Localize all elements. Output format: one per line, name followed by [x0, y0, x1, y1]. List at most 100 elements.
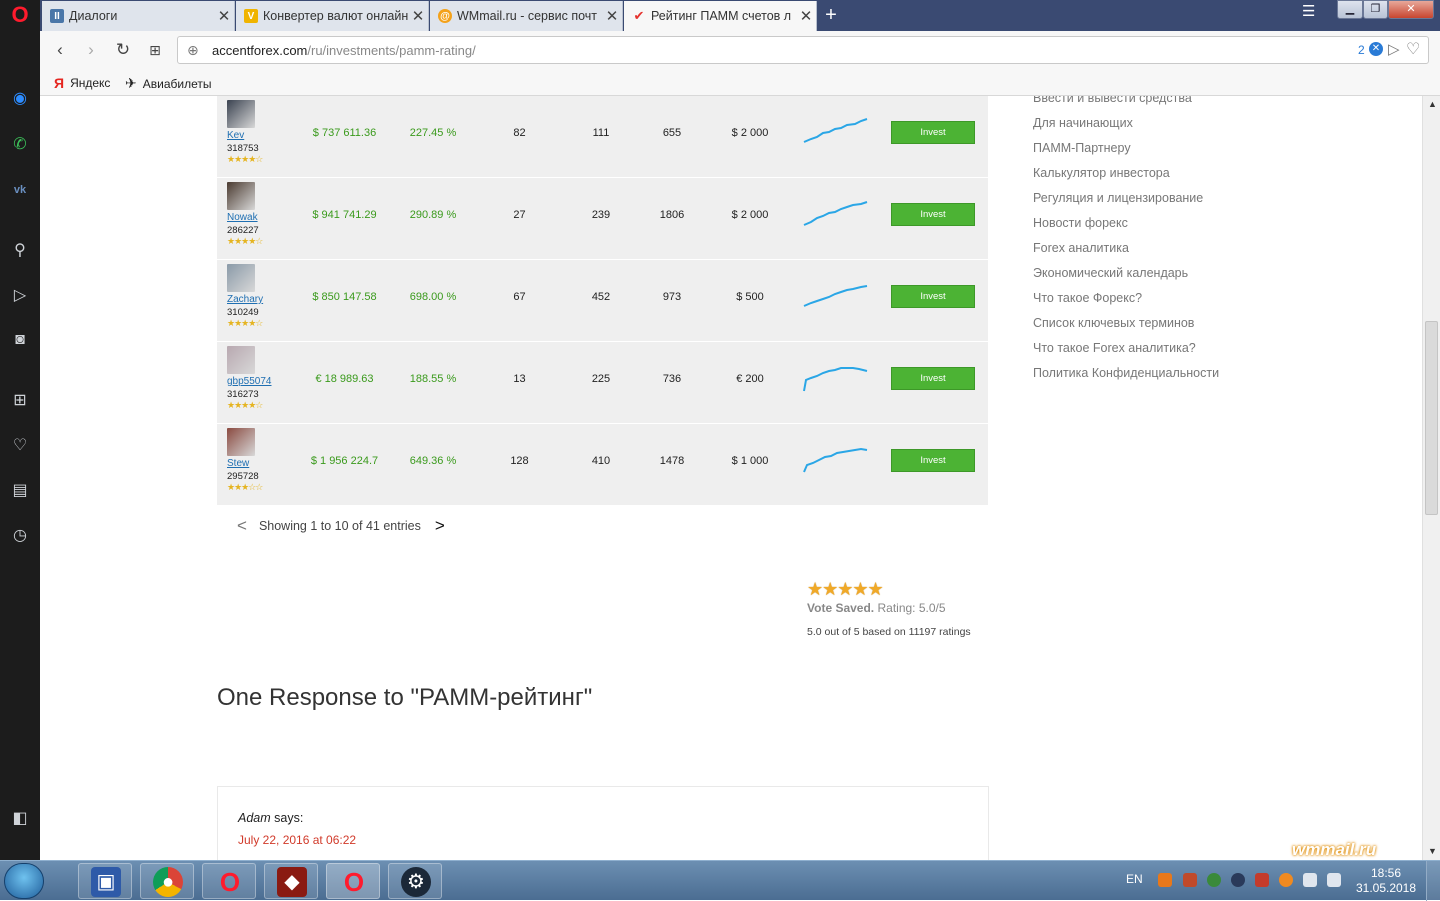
trader-account-id: 310249	[227, 307, 259, 318]
camera-icon[interactable]: ◙	[8, 329, 32, 351]
scroll-down-icon[interactable]: ▼	[1428, 846, 1437, 856]
send-icon[interactable]: ▷	[8, 285, 32, 307]
close-icon[interactable]: ✕	[408, 7, 428, 25]
trader-account-id: 318753	[227, 143, 259, 154]
tray-app-icon[interactable]	[1158, 873, 1172, 887]
menu-link[interactable]: ПАММ-Партнеру	[1033, 139, 1219, 164]
cell-profit: 290.89 %	[409, 209, 457, 221]
reload-icon[interactable]: ↻	[112, 39, 134, 61]
language-indicator[interactable]: EN	[1126, 872, 1143, 886]
back-arrow-icon[interactable]: ‹	[49, 39, 71, 61]
cell-min: $ 1 000	[731, 455, 769, 467]
scroll-thumb[interactable]	[1425, 321, 1438, 515]
maximize-button[interactable]: ❐	[1363, 0, 1388, 19]
invest-button[interactable]: Invest	[891, 449, 975, 472]
invest-button[interactable]: Invest	[891, 367, 975, 390]
converter-favicon-icon: V	[244, 9, 258, 23]
ad-block-icon[interactable]: ✕	[1369, 42, 1383, 56]
cell-col3: 128	[510, 455, 529, 467]
new-tab-plus-icon[interactable]: +	[820, 4, 842, 26]
history-clock-icon[interactable]: ◷	[8, 525, 32, 547]
tray-network-icon[interactable]	[1303, 873, 1317, 887]
bookmark-heart-icon[interactable]: ♡	[1406, 39, 1420, 59]
comment-date-link[interactable]: July 22, 2016 at 06:22	[238, 833, 356, 847]
bookmark-aviatickets[interactable]: ✈ Авиабилеты	[125, 75, 211, 92]
tab-currency-converter[interactable]: V Конвертер валют онлайн ✕	[236, 1, 429, 31]
close-window-button[interactable]: ✕	[1388, 0, 1434, 19]
menu-link[interactable]: Новости форекс	[1033, 214, 1219, 239]
trader-name-link[interactable]: Zachary	[227, 294, 263, 305]
menu-link[interactable]: Калькулятор инвестора	[1033, 164, 1219, 189]
taskbar-dota[interactable]: ◆	[264, 863, 318, 899]
trader-avatar[interactable]	[227, 346, 255, 374]
tab-menu-icon[interactable]: ☰	[1302, 2, 1315, 20]
minimize-button[interactable]: ▁	[1337, 0, 1363, 19]
menu-link[interactable]: Forex аналитика	[1033, 239, 1219, 264]
speed-dial-icon[interactable]: ⊞	[8, 390, 32, 412]
taskbar-opera-2[interactable]: O	[326, 863, 380, 899]
tab-pamm-rating[interactable]: ✔ Рейтинг ПАММ счетов л ✕	[624, 1, 817, 31]
whatsapp-icon[interactable]: ✆	[8, 134, 32, 156]
url-text[interactable]: accentforex.com/ru/investments/pamm-rati…	[212, 43, 476, 58]
speed-dial-grid-icon[interactable]: ⊞	[144, 39, 166, 61]
trader-name-link[interactable]: Stew	[227, 458, 249, 469]
taskbar-steam[interactable]: ⚙	[388, 863, 442, 899]
close-icon[interactable]: ✕	[214, 7, 234, 25]
vk-icon[interactable]: vk	[8, 179, 32, 201]
bookmark-yandex[interactable]: Я Яндекс	[54, 75, 110, 91]
opera-logo-icon[interactable]: O	[8, 4, 32, 26]
tray-network-tool-icon[interactable]	[1183, 873, 1197, 887]
invest-button[interactable]: Invest	[891, 285, 975, 308]
show-desktop-button[interactable]	[1426, 861, 1440, 901]
menu-link[interactable]: Политика Конфиденциальности	[1033, 364, 1219, 389]
tray-update-icon[interactable]	[1207, 873, 1221, 887]
trader-avatar[interactable]	[227, 264, 255, 292]
pager-prev-button[interactable]: <	[237, 516, 247, 536]
wmmail-favicon-icon: @	[438, 9, 452, 23]
trader-avatar[interactable]	[227, 100, 255, 128]
tray-volume-icon[interactable]	[1327, 873, 1341, 887]
rating-stars[interactable]: ★★★★★	[807, 579, 971, 600]
menu-link[interactable]: Что такое Forex аналитика?	[1033, 339, 1219, 364]
scrollbar[interactable]: ▲ ▼	[1422, 96, 1440, 860]
trader-name-link[interactable]: Kev	[227, 130, 244, 141]
menu-link[interactable]: Что такое Форекс?	[1033, 289, 1219, 314]
scroll-up-icon[interactable]: ▲	[1428, 99, 1437, 109]
tray-steam-icon[interactable]	[1231, 873, 1245, 887]
menu-link[interactable]: Для начинающих	[1033, 114, 1219, 139]
close-icon[interactable]: ✕	[602, 7, 622, 25]
trader-name-link[interactable]: Nowak	[227, 212, 258, 223]
menu-link[interactable]: Регуляция и лицензирование	[1033, 189, 1219, 214]
tab-dialogs[interactable]: II Диалоги ✕	[42, 1, 235, 31]
heart-icon[interactable]: ♡	[8, 435, 32, 457]
menu-link[interactable]: Экономический календарь	[1033, 264, 1219, 289]
trader-stars: ★★★★☆	[227, 154, 263, 164]
forward-arrow-icon[interactable]: ›	[80, 39, 102, 61]
trader-name-link[interactable]: gbp55074	[227, 376, 272, 387]
profit-sparkline	[803, 118, 868, 143]
sidebar-toggle-icon[interactable]: ◧	[8, 808, 32, 830]
menu-link[interactable]: Ввести и вывести средства	[1033, 96, 1219, 114]
tray-wmmail-icon[interactable]	[1279, 873, 1293, 887]
send-arrow-icon[interactable]: ▷	[1388, 40, 1400, 58]
menu-link[interactable]: Список ключевых терминов	[1033, 314, 1219, 339]
clock[interactable]: 18:56 31.05.2018	[1355, 866, 1417, 896]
taskbar-save-app[interactable]: ▣	[78, 863, 132, 899]
address-field[interactable]: ⊕ accentforex.com/ru/investments/pamm-ra…	[177, 36, 1429, 64]
invest-button[interactable]: Invest	[891, 203, 975, 226]
close-icon[interactable]: ✕	[796, 7, 816, 25]
invest-button[interactable]: Invest	[891, 121, 975, 144]
pager-next-button[interactable]: >	[435, 516, 445, 536]
taskbar-opera-1[interactable]: O	[202, 863, 256, 899]
start-button[interactable]	[4, 863, 44, 899]
news-icon[interactable]: ▤	[8, 480, 32, 502]
profit-sparkline	[803, 201, 868, 226]
messenger-icon[interactable]: ◉	[8, 88, 32, 110]
cell-equity: $ 737 611.36	[312, 127, 377, 139]
trader-avatar[interactable]	[227, 182, 255, 210]
tab-wmmail[interactable]: @ WMmail.ru - сервис почт ✕	[430, 1, 623, 31]
tray-security-icon[interactable]	[1255, 873, 1269, 887]
taskbar-chrome[interactable]: ●	[140, 863, 194, 899]
search-icon[interactable]: ⚲	[8, 240, 32, 262]
trader-avatar[interactable]	[227, 428, 255, 456]
